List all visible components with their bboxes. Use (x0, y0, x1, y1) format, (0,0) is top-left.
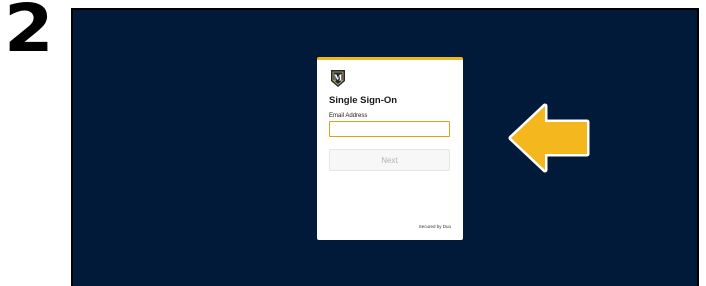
sso-login-card: M Single Sign-On Email Address Next Secu… (317, 57, 463, 240)
email-field[interactable] (329, 121, 450, 137)
email-label: Email Address (329, 113, 368, 119)
secured-by-text: Secured by Duo (418, 224, 451, 229)
page-title: Single Sign-On (329, 95, 398, 106)
shield-logo-icon: M (331, 70, 345, 87)
next-button[interactable]: Next (329, 149, 450, 171)
logo-letter: M (334, 73, 343, 83)
screenshot-frame: M Single Sign-On Email Address Next Secu… (71, 8, 699, 286)
step-number: 2 (4, 0, 54, 67)
yellow-arrow-pointing-left-icon (508, 103, 590, 173)
